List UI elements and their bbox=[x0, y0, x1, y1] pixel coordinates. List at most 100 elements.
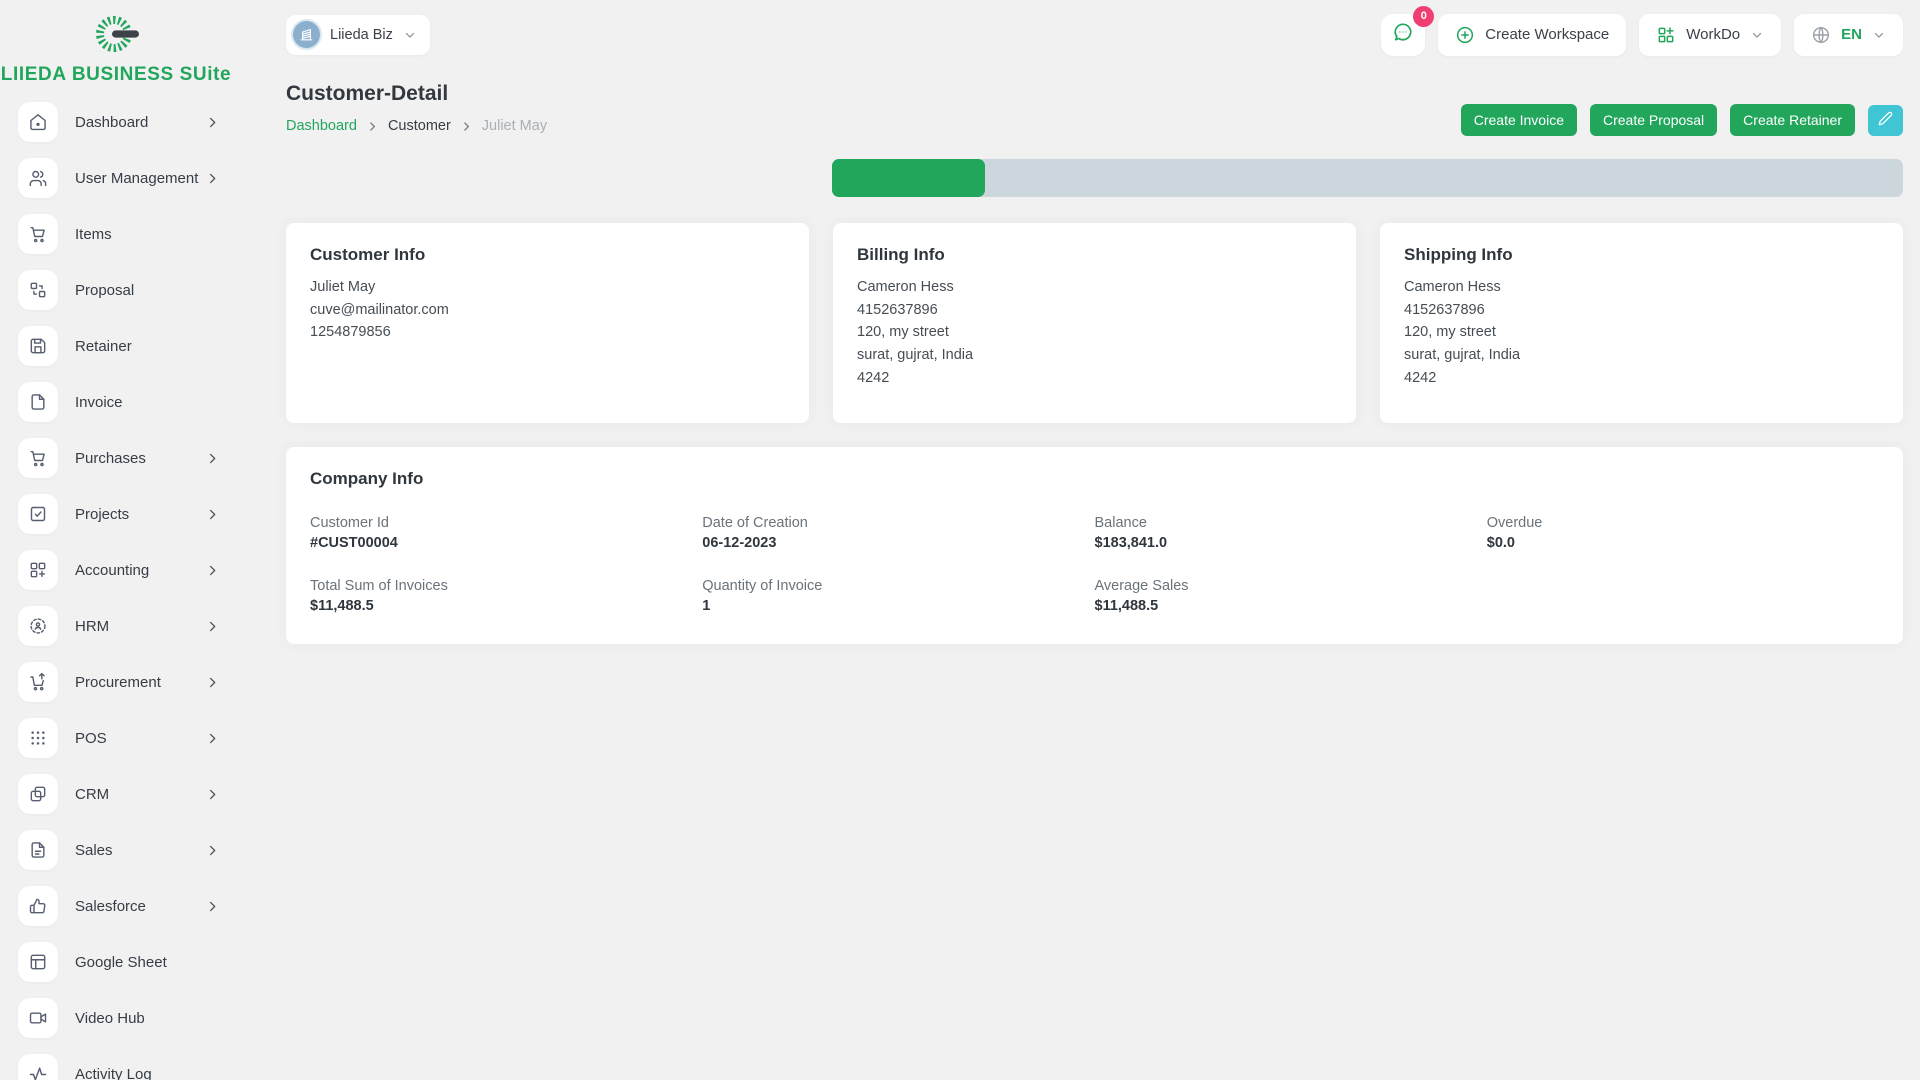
shipping-info-line-2: 120, my street bbox=[1404, 323, 1879, 341]
sidebar-item-video-hub[interactable]: Video Hub bbox=[18, 998, 220, 1038]
home-icon bbox=[18, 102, 58, 142]
shipping-info-line-1: 4152637896 bbox=[1404, 301, 1879, 319]
breadcrumb-dashboard-link[interactable]: Dashboard bbox=[286, 118, 357, 134]
sidebar-item-projects[interactable]: Projects bbox=[18, 494, 220, 534]
chevron-down-icon bbox=[403, 28, 417, 42]
globe-icon bbox=[1811, 25, 1831, 45]
page-actions: Create Invoice Create Proposal Create Re… bbox=[1461, 104, 1903, 136]
tabs-row bbox=[286, 159, 1903, 197]
chevron-right-icon bbox=[205, 619, 220, 634]
sidebar-item-activity-log[interactable]: Activity Log bbox=[18, 1054, 220, 1080]
create-proposal-button[interactable]: Create Proposal bbox=[1590, 104, 1717, 136]
app-window: LIIEDA BUSINESS SUite Dashboard User Man… bbox=[0, 0, 1920, 1080]
file-icon bbox=[18, 382, 58, 422]
file-text-icon bbox=[18, 830, 58, 870]
field-quantity-of-invoice: Quantity of Invoice 1 bbox=[702, 578, 1094, 614]
table-icon bbox=[18, 942, 58, 982]
messages-count-badge: 0 bbox=[1413, 6, 1434, 27]
video-icon bbox=[18, 998, 58, 1038]
company-info-card: Company Info Customer Id #CUST00004 Date… bbox=[286, 447, 1903, 644]
chevron-down-icon bbox=[1750, 28, 1764, 42]
breadcrumb-customer-link[interactable]: Customer bbox=[388, 118, 451, 134]
edit-customer-button[interactable] bbox=[1868, 105, 1903, 136]
field-date-of-creation: Date of Creation 06-12-2023 bbox=[702, 515, 1094, 551]
shipping-info-line-4: 4242 bbox=[1404, 369, 1879, 387]
tab-invoices[interactable] bbox=[1138, 159, 1291, 197]
create-invoice-button[interactable]: Create Invoice bbox=[1461, 104, 1577, 136]
language-code: EN bbox=[1841, 26, 1862, 43]
main-area: Liieda Biz 0 bbox=[232, 0, 1920, 1080]
sidebar-item-retainer[interactable]: Retainer bbox=[18, 326, 220, 366]
workspace-avatar bbox=[293, 21, 320, 48]
tab-proposals[interactable] bbox=[985, 159, 1138, 197]
tab-statement[interactable] bbox=[1750, 159, 1903, 197]
users-icon bbox=[18, 158, 58, 198]
chevron-right-icon bbox=[205, 115, 220, 130]
sidebar-item-items[interactable]: Items bbox=[18, 214, 220, 254]
tab-revenue[interactable] bbox=[1444, 159, 1597, 197]
workspace-name: Liieda Biz bbox=[330, 27, 393, 43]
workdo-label: WorkDo bbox=[1686, 26, 1740, 43]
sidebar-item-invoice[interactable]: Invoice bbox=[18, 382, 220, 422]
shipping-info-line-3: surat, gujrat, India bbox=[1404, 346, 1879, 364]
brand-spinner-icon bbox=[89, 10, 143, 63]
sidebar-item-user-management[interactable]: User Management bbox=[18, 158, 220, 198]
sidebar-item-salesforce[interactable]: Salesforce bbox=[18, 886, 220, 926]
sidebar-item-google-sheet[interactable]: Google Sheet bbox=[18, 942, 220, 982]
billing-info-line-0: Cameron Hess bbox=[857, 278, 1332, 296]
tab-retainer[interactable] bbox=[1291, 159, 1444, 197]
create-retainer-button[interactable]: Create Retainer bbox=[1730, 104, 1855, 136]
chevron-right-icon bbox=[205, 451, 220, 466]
sidebar-item-dashboard[interactable]: Dashboard bbox=[18, 102, 220, 142]
tab-details[interactable] bbox=[832, 159, 985, 197]
tab-project[interactable] bbox=[1597, 159, 1750, 197]
billing-info-line-2: 120, my street bbox=[857, 323, 1332, 341]
chevron-right-icon bbox=[205, 171, 220, 186]
create-workspace-button[interactable]: Create Workspace bbox=[1438, 14, 1626, 56]
page-title: Customer-Detail bbox=[286, 82, 547, 106]
language-selector[interactable]: EN bbox=[1794, 14, 1903, 56]
dots-grid-icon bbox=[18, 718, 58, 758]
proposal-icon bbox=[18, 270, 58, 310]
breadcrumb: Dashboard Customer Juliet May bbox=[286, 118, 547, 134]
brand-logo[interactable]: LIIEDA BUSINESS SUite bbox=[0, 8, 232, 86]
topbar-actions: 0 Create Workspace WorkDo bbox=[1381, 14, 1903, 56]
user-scan-icon bbox=[18, 606, 58, 646]
chevron-right-icon bbox=[366, 120, 379, 133]
chat-icon bbox=[1392, 21, 1414, 48]
grid-plus-icon bbox=[1656, 25, 1676, 45]
billing-info-line-3: surat, gujrat, India bbox=[857, 346, 1332, 364]
thumbs-up-icon bbox=[18, 886, 58, 926]
card-title: Shipping Info bbox=[1404, 245, 1879, 265]
sidebar-item-sales[interactable]: Sales bbox=[18, 830, 220, 870]
workspace-selector[interactable]: Liieda Biz bbox=[286, 15, 430, 55]
messages-button[interactable]: 0 bbox=[1381, 14, 1425, 56]
brand-name: LIIEDA BUSINESS SUite bbox=[1, 64, 231, 86]
sidebar-item-pos[interactable]: POS bbox=[18, 718, 220, 758]
activity-icon bbox=[18, 1054, 58, 1080]
card-title: Customer Info bbox=[310, 245, 785, 265]
chevron-right-icon bbox=[205, 675, 220, 690]
billing-info-line-4: 4242 bbox=[857, 369, 1332, 387]
cart-icon bbox=[18, 214, 58, 254]
chevron-right-icon bbox=[205, 787, 220, 802]
chevron-right-icon bbox=[205, 731, 220, 746]
page-header-left: Customer-Detail Dashboard Customer Julie… bbox=[286, 82, 547, 136]
field-overdue: Overdue $0.0 bbox=[1487, 515, 1879, 551]
sidebar-item-procurement[interactable]: Procurement bbox=[18, 662, 220, 702]
customer-info-line-0: Juliet May bbox=[310, 278, 785, 296]
squares-icon bbox=[18, 774, 58, 814]
grid-plus-icon bbox=[18, 550, 58, 590]
billing-info-card: Billing Info Cameron Hess4152637896120, … bbox=[833, 223, 1356, 423]
workdo-menu-button[interactable]: WorkDo bbox=[1639, 14, 1781, 56]
breadcrumb-current: Juliet May bbox=[482, 118, 547, 134]
sidebar-item-hrm[interactable]: HRM bbox=[18, 606, 220, 646]
sidebar-item-purchases[interactable]: Purchases bbox=[18, 438, 220, 478]
shipping-info-card: Shipping Info Cameron Hess4152637896120,… bbox=[1380, 223, 1903, 423]
customer-info-card: Customer Info Juliet Maycuve@mailinator.… bbox=[286, 223, 809, 423]
sidebar-item-proposal[interactable]: Proposal bbox=[18, 270, 220, 310]
customer-info-line-2: 1254879856 bbox=[310, 323, 785, 341]
chevron-right-icon bbox=[205, 563, 220, 578]
sidebar-item-accounting[interactable]: Accounting bbox=[18, 550, 220, 590]
sidebar-item-crm[interactable]: CRM bbox=[18, 774, 220, 814]
